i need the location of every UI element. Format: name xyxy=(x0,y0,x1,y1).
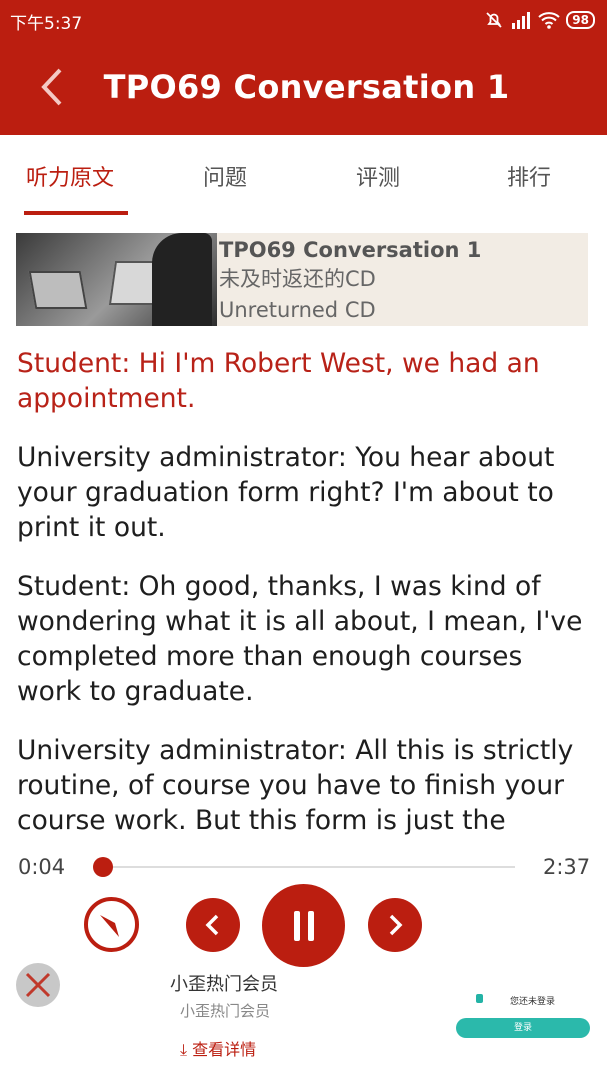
speed-button[interactable] xyxy=(84,897,139,952)
progress-thumb[interactable] xyxy=(93,857,113,877)
wifi-icon xyxy=(538,12,560,29)
battery-indicator: 98 xyxy=(566,11,595,29)
ad-title: 小歪热门会员 xyxy=(170,974,278,995)
lesson-subtitle-en: Unreturned CD xyxy=(219,298,376,322)
status-icons: 98 xyxy=(484,8,595,32)
ad-mini-panel: 您还未登录 登录 xyxy=(456,986,590,1040)
ad-details-label: 查看详情 xyxy=(192,1040,257,1059)
lesson-thumbnail xyxy=(16,233,217,326)
status-time: 下午5:37 xyxy=(10,14,83,34)
pause-icon xyxy=(293,910,314,941)
tab-questions[interactable]: 问题 xyxy=(203,160,247,192)
tab-evaluation[interactable]: 评测 xyxy=(356,160,400,192)
pause-button[interactable] xyxy=(262,884,345,967)
app-header: 下午5:37 98 TPO69 Conversation 1 xyxy=(0,0,607,135)
total-time: 2:37 xyxy=(543,855,591,879)
ad-mini-status: 您还未登录 xyxy=(510,997,556,1007)
lesson-card: TPO69 Conversation 1 未及时返还的CD Unreturned… xyxy=(16,233,588,326)
status-bar: 下午5:37 98 xyxy=(0,0,607,42)
page-title: TPO69 Conversation 1 xyxy=(103,68,510,106)
previous-button[interactable] xyxy=(186,898,240,952)
transcript[interactable]: Student: Hi I'm Robert West, we had an a… xyxy=(17,346,592,836)
progress-track[interactable] xyxy=(100,866,515,868)
close-icon xyxy=(25,972,51,998)
transcript-line[interactable]: Student: Oh good, thanks, I was kind of … xyxy=(17,569,592,709)
transcript-line[interactable]: University administrator: All this is st… xyxy=(17,733,592,836)
lesson-subtitle-cn: 未及时返还的CD xyxy=(219,267,376,291)
current-time: 0:04 xyxy=(18,855,66,879)
close-ad-button[interactable] xyxy=(16,963,60,1007)
tab-transcript[interactable]: 听力原文 xyxy=(26,160,114,192)
transcript-line-active[interactable]: Student: Hi I'm Robert West, we had an a… xyxy=(17,346,592,416)
transcript-line[interactable]: University administrator: You hear about… xyxy=(17,440,592,545)
speed-dial-icon xyxy=(100,915,119,937)
download-icon: ⤓ xyxy=(180,1040,193,1059)
tab-bar: 听力原文 问题 评测 排行 xyxy=(0,135,607,220)
ad-details-link[interactable]: ⤓ 查看详情 xyxy=(180,1036,256,1060)
ad-subtitle: 小歪热门会员 xyxy=(180,1002,271,1020)
active-tab-indicator xyxy=(24,211,128,215)
mute-bell-icon xyxy=(486,12,502,28)
chevron-right-icon xyxy=(389,914,403,936)
tab-ranking[interactable]: 排行 xyxy=(507,160,551,192)
next-button[interactable] xyxy=(368,898,422,952)
chevron-left-icon xyxy=(205,914,219,936)
ad-login-button[interactable]: 登录 xyxy=(456,1018,590,1038)
lesson-title: TPO69 Conversation 1 xyxy=(219,238,482,262)
lock-icon xyxy=(476,994,483,1003)
signal-icon xyxy=(512,12,531,29)
